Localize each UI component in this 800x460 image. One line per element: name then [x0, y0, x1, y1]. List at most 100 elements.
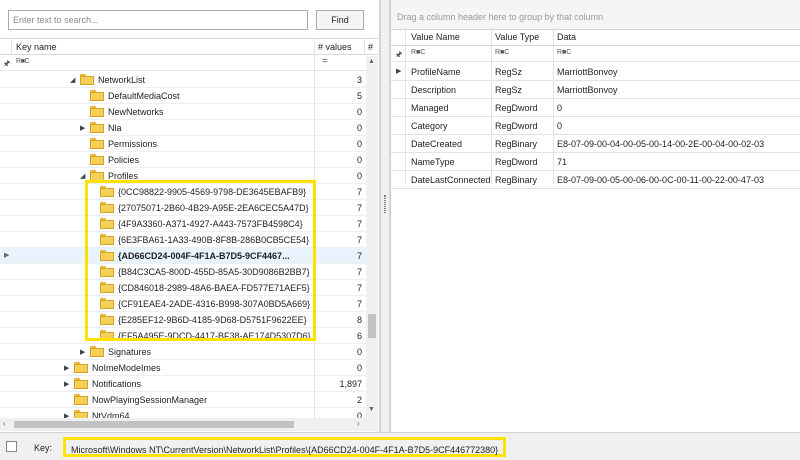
value-name-cell: ProfileName — [411, 67, 461, 77]
tree-row[interactable]: Permissions 0 — [0, 136, 366, 152]
column-header-data[interactable]: Data — [557, 32, 576, 42]
tree-row[interactable]: ▶ NoImeModeImes 0 — [0, 360, 366, 376]
scroll-down-icon[interactable]: ▼ — [368, 406, 375, 413]
tree-filter-row[interactable]: 🖈 R■C = — [0, 56, 378, 71]
pane-splitter[interactable] — [380, 0, 390, 432]
value-name-cell: Managed — [411, 103, 449, 113]
values-filter-row[interactable]: 🖈 R■C R■C R■C — [391, 46, 800, 62]
column-header-subkeys[interactable]: # — [368, 42, 373, 52]
tree-row-value-count: 7 — [356, 187, 362, 197]
filter-condition-icon[interactable]: R■C — [16, 58, 30, 65]
status-checkbox[interactable] — [6, 441, 17, 452]
scroll-thumb-horizontal[interactable] — [14, 421, 294, 428]
value-data-cell: 0 — [557, 103, 563, 113]
find-button[interactable]: Find — [316, 10, 364, 30]
tree-row[interactable]: ◢ NetworkList 3 — [0, 72, 366, 88]
status-bar: Key: Microsoft\Windows NT\CurrentVersion… — [0, 432, 800, 460]
tree-row-value-count: 7 — [356, 251, 362, 261]
tree-row-value-count: 7 — [356, 299, 362, 309]
tree-row[interactable]: NowPlayingSessionManager 2 — [0, 392, 366, 408]
folder-icon — [74, 362, 88, 373]
expand-icon[interactable]: ▶ — [64, 364, 69, 372]
tree-row[interactable]: ▶ Nla 0 — [0, 120, 366, 136]
pin-icon: 🖈 — [3, 59, 11, 68]
expand-icon[interactable]: ▶ — [64, 380, 69, 388]
tree-row-value-count: 7 — [356, 283, 362, 293]
column-header-value-type[interactable]: Value Type — [495, 32, 539, 42]
scroll-thumb[interactable] — [368, 314, 376, 338]
group-by-hint: Drag a column header here to group by th… — [397, 12, 604, 22]
value-name-cell: Category — [411, 121, 448, 131]
value-row[interactable]: DateLastConnected RegBinary E8-07-09-00-05… — [391, 171, 800, 189]
tree-row-label: Policies — [108, 155, 140, 165]
column-header-values[interactable]: # values — [318, 42, 352, 52]
scroll-left-icon[interactable]: ‹ — [3, 419, 6, 428]
folder-icon — [90, 106, 104, 117]
value-type-cell: RegSz — [495, 67, 523, 77]
tree-row[interactable]: ▶ Signatures 0 — [0, 344, 366, 360]
value-name-cell: Description — [411, 85, 457, 95]
tree-row-value-count: 0 — [356, 363, 362, 373]
folder-icon — [90, 122, 104, 133]
value-data-cell: MarriottBonvoy — [557, 85, 618, 95]
folder-icon — [90, 90, 104, 101]
value-type-cell: RegSz — [495, 85, 523, 95]
value-name-cell: NameType — [411, 157, 455, 167]
tree-row-label: NewNetworks — [108, 107, 164, 117]
value-row[interactable]: ▶ ProfileName RegSz MarriottBonvoy — [391, 63, 800, 81]
column-header-value-name[interactable]: Value Name — [411, 32, 460, 42]
pin-icon: 🖈 — [395, 50, 403, 59]
scroll-up-icon[interactable]: ▲ — [368, 58, 375, 65]
tree-row-value-count: 3 — [356, 75, 362, 85]
value-row[interactable]: Managed RegDword 0 — [391, 99, 800, 117]
tree-row[interactable]: Policies 0 — [0, 152, 366, 168]
column-header-key-name[interactable]: Key name — [16, 42, 57, 52]
tree-row-label: Nla — [108, 123, 122, 133]
tree-row[interactable]: DefaultMediaCost 5 — [0, 88, 366, 104]
folder-icon — [90, 138, 104, 149]
filter-condition-icon[interactable]: R■C — [557, 49, 571, 56]
tree-row-value-count: 0 — [356, 171, 362, 181]
tree-row[interactable]: ▶ Notifications 1,897 — [0, 376, 366, 392]
filter-condition-icon[interactable]: R■C — [411, 49, 425, 56]
value-data-cell: 71 — [557, 157, 568, 167]
tree-row-value-count: 6 — [356, 331, 362, 341]
scroll-right-icon[interactable]: › — [357, 419, 360, 428]
value-type-cell: RegDword — [495, 121, 538, 131]
value-data-cell: E8-07-09-00-04-00-05-00-14-00-2E-00-04-0… — [557, 139, 765, 149]
value-row[interactable]: Description RegSz MarriottBonvoy — [391, 81, 800, 99]
collapse-icon[interactable]: ◢ — [70, 76, 75, 84]
expand-icon[interactable]: ▶ — [80, 124, 85, 132]
tree-row-value-count: 7 — [356, 267, 362, 277]
tree-vertical-scrollbar[interactable]: ▲ ▼ — [366, 56, 378, 418]
key-path: Microsoft\Windows NT\CurrentVersion\Netw… — [63, 437, 507, 457]
value-name-cell: DateLastConnected — [411, 175, 491, 185]
tree-row-value-count: 5 — [356, 91, 362, 101]
tree-row-label: NoImeModeImes — [92, 363, 161, 373]
value-row[interactable]: NameType RegDword 71 — [391, 153, 800, 171]
value-type-cell: RegDword — [495, 157, 538, 167]
folder-icon — [90, 346, 104, 357]
tree-row[interactable]: NewNetworks 0 — [0, 104, 366, 120]
folder-icon — [80, 74, 94, 85]
values-column-header: Value Name Value Type Data — [391, 30, 800, 46]
collapse-icon[interactable]: ◢ — [80, 172, 85, 180]
tree-row-label: Notifications — [92, 379, 142, 389]
tree-row-value-count: 0 — [356, 347, 362, 357]
filter-condition-icon[interactable]: R■C — [495, 49, 509, 56]
filter-values-operator[interactable]: = — [322, 56, 328, 67]
tree-row-value-count: 1,897 — [339, 379, 362, 389]
value-data-cell: MarriottBonvoy — [557, 67, 618, 77]
row-indicator-icon: ▶ — [4, 252, 10, 259]
folder-icon — [74, 378, 88, 389]
group-by-panel[interactable]: Drag a column header here to group by th… — [391, 0, 800, 30]
splitter-grip-icon[interactable] — [384, 195, 386, 213]
search-input[interactable] — [8, 10, 308, 30]
value-row[interactable]: Category RegDword 0 — [391, 117, 800, 135]
value-row[interactable]: DateCreated RegBinary E8-07-09-00-04-00-05… — [391, 135, 800, 153]
tree-row-value-count: 2 — [356, 395, 362, 405]
tree-horizontal-scrollbar[interactable]: ‹ › — [0, 418, 378, 431]
expand-icon[interactable]: ▶ — [80, 348, 85, 356]
current-row-icon: ▶ — [396, 68, 402, 75]
tree-row-label: NetworkList — [98, 75, 146, 85]
